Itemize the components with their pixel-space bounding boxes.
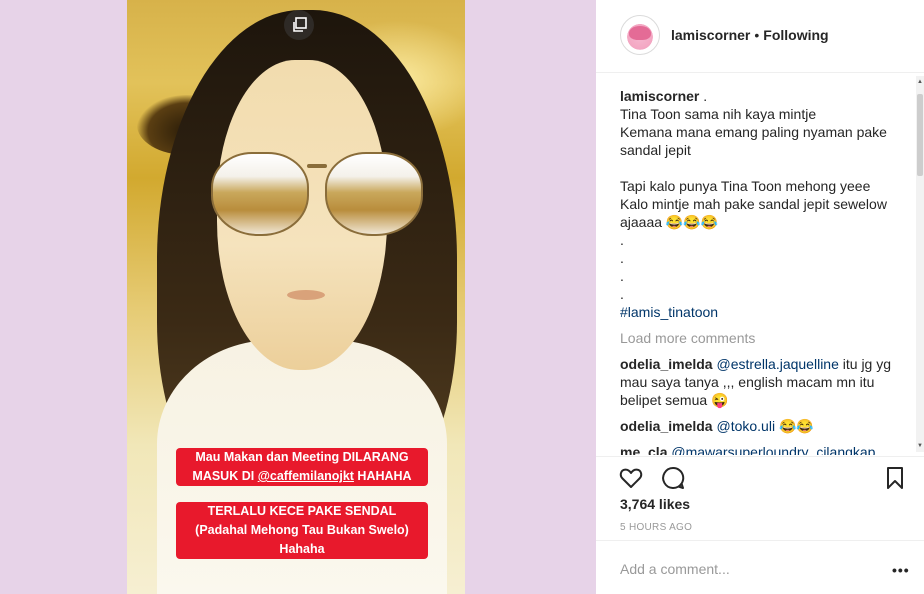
story-caption-text: MASUK DI: [192, 469, 258, 483]
caption-line: Kemana mana emang paling nyaman pake: [620, 124, 887, 140]
caption-line: .: [620, 232, 624, 248]
caption-line: sandal jepit: [620, 142, 691, 158]
load-more-comments-button[interactable]: Load more comments: [620, 329, 906, 347]
caption-username[interactable]: lamiscorner: [620, 88, 699, 104]
sunglasses-right-lens: [325, 152, 423, 236]
post-actions-bar: [596, 456, 924, 498]
comment-username[interactable]: odelia_imelda: [620, 356, 713, 372]
header-user-row: lamiscorner • Following: [671, 27, 829, 43]
caption-line: .: [620, 250, 624, 266]
story-caption-text: HAHAHA: [353, 469, 412, 483]
caption-suffix: .: [699, 88, 708, 104]
add-comment-bar: •••: [596, 540, 924, 594]
comment-text: mau saya tanya ,,, english macam mn itu: [620, 374, 875, 390]
avatar[interactable]: [620, 15, 660, 55]
story-caption-bottom: TERLALU KECE PAKE SENDAL (Padahal Mehong…: [176, 502, 428, 559]
bookmark-icon[interactable]: [882, 465, 908, 491]
comment-text: belipet semua 😜: [620, 392, 729, 408]
story-caption-top: Mau Makan dan Meeting DILARANG MASUK DI …: [176, 448, 428, 486]
story-caption-line: Mau Makan dan Meeting DILARANG: [195, 450, 409, 464]
comment-item: me_cla @mawarsuperloundry_cilangkap: [620, 443, 906, 455]
caption-line: Kalo mintje mah pake sandal jepit sewelo…: [620, 196, 887, 212]
header-username[interactable]: lamiscorner: [671, 27, 750, 43]
caption-text: Tina Toon sama nih kaya mintje Kemana ma…: [620, 105, 906, 321]
scrollbar-thumb[interactable]: [917, 94, 923, 176]
post-timestamp[interactable]: 5 HOURS AGO: [620, 522, 692, 533]
comment-mention[interactable]: @toko.uli: [716, 418, 775, 434]
caption-hashtag[interactable]: #lamis_tinatoon: [620, 303, 906, 321]
comments-list[interactable]: lamiscorner . Tina Toon sama nih kaya mi…: [620, 87, 906, 455]
multiple-posts-icon: [284, 10, 314, 40]
story-caption-line: MASUK DI @caffemilanojkt HAHAHA: [182, 467, 422, 486]
comment-text: 😂😂: [775, 418, 814, 434]
comment-text: itu jg yg: [838, 356, 892, 372]
following-button[interactable]: Following: [763, 27, 828, 43]
comment-username[interactable]: odelia_imelda: [620, 418, 713, 434]
comment-icon[interactable]: [660, 465, 686, 491]
caption-line: .: [620, 286, 624, 302]
comment-username[interactable]: me_cla: [620, 444, 667, 455]
sunglasses-bridge: [307, 164, 327, 168]
story-caption-line: Hahaha: [279, 542, 325, 556]
sunglasses-left-lens: [211, 152, 309, 236]
caption-line: [620, 159, 906, 177]
scroll-up-arrow-icon[interactable]: ▲: [916, 76, 924, 88]
post-media[interactable]: Mau Makan dan Meeting DILARANG MASUK DI …: [127, 0, 465, 594]
post-header: lamiscorner • Following: [596, 0, 924, 73]
story-mention: @caffemilanojkt: [257, 469, 354, 483]
caption-author-row: lamiscorner .: [620, 87, 906, 105]
caption-line: Tapi kalo punya Tina Toon mehong yeee: [620, 178, 871, 194]
caption-line: ajaaaa 😂😂😂: [620, 214, 719, 230]
likes-count[interactable]: 3,764 likes: [620, 496, 690, 512]
add-comment-input[interactable]: [620, 559, 870, 579]
post-details-panel: lamiscorner • Following lamiscorner . Tina…: [596, 0, 924, 594]
caption-line: Tina Toon sama nih kaya mintje: [620, 106, 817, 122]
story-caption-line: TERLALU KECE PAKE SENDAL: [207, 504, 397, 518]
story-caption-line: (Padahal Mehong Tau Bukan Swelo): [195, 523, 409, 537]
comment-mention[interactable]: @mawarsuperloundry_cilangkap: [671, 444, 875, 455]
comments-scrollbar[interactable]: ▲ ▼: [916, 76, 924, 452]
heart-icon[interactable]: [618, 465, 644, 491]
comment-item: odelia_imelda @estrella.jaquelline itu j…: [620, 355, 906, 409]
comment-mention[interactable]: @estrella.jaquelline: [716, 356, 838, 372]
separator-dot: •: [754, 27, 760, 43]
comment-item: odelia_imelda @toko.uli 😂😂: [620, 417, 906, 435]
caption-line: .: [620, 268, 624, 284]
avatar-logo: [629, 26, 651, 40]
photo-mouth: [287, 290, 325, 300]
scroll-down-arrow-icon[interactable]: ▼: [916, 440, 924, 452]
more-options-icon[interactable]: •••: [892, 563, 910, 577]
